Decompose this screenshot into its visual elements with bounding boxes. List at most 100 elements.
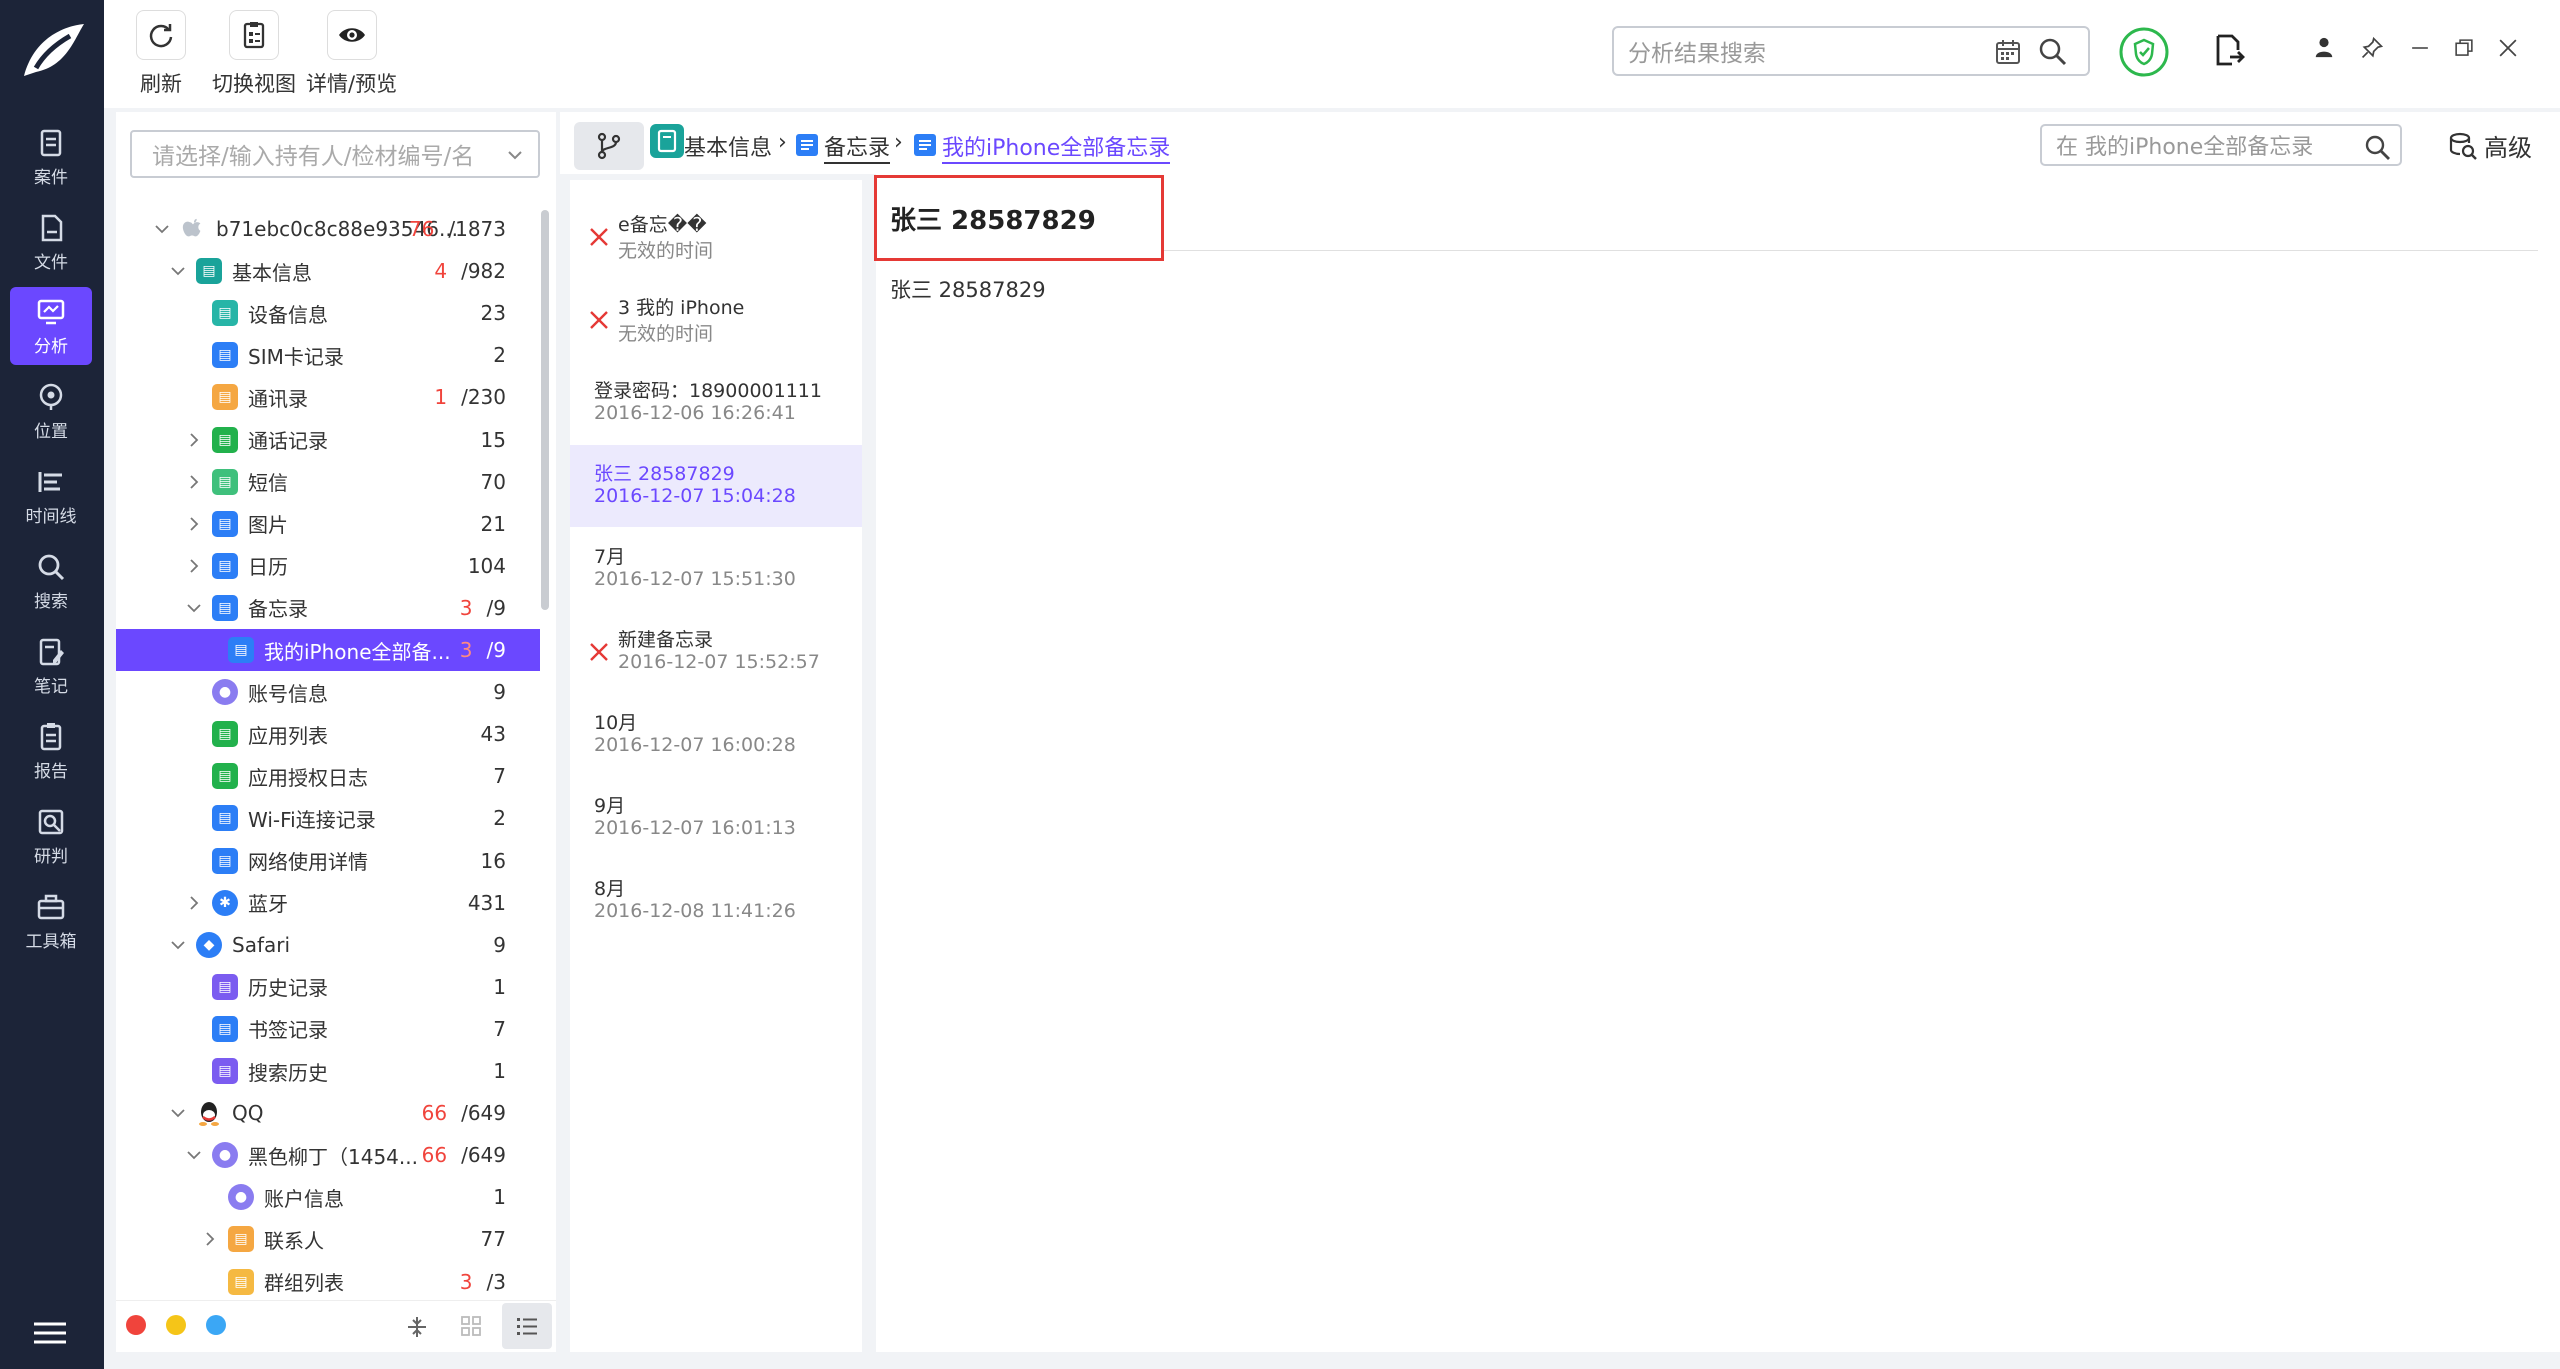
memo-icon (796, 134, 818, 156)
tree-row[interactable]: ▤ 备忘录 3/9 (116, 587, 540, 629)
shield-check-button[interactable] (2118, 26, 2170, 78)
tree-row[interactable]: ● 黑色柳丁（1454... 66/649 (116, 1134, 540, 1176)
bluetooth-icon: ✱ (212, 889, 238, 916)
tree-scrollbar[interactable] (541, 210, 549, 610)
red-dot[interactable] (126, 1315, 146, 1335)
memo-list-item[interactable]: 9月 2016-12-07 16:01:13 (570, 777, 862, 859)
collapse-icon[interactable] (406, 1315, 428, 1339)
export-button[interactable] (2210, 32, 2246, 68)
chevron-down-icon[interactable] (154, 221, 170, 237)
tree-row[interactable]: ● 账号信息 9 (116, 671, 540, 713)
tree-row[interactable]: ▤ 应用列表 43 (116, 713, 540, 755)
list-view-button[interactable] (502, 1303, 552, 1349)
chevron-down-icon[interactable] (186, 600, 202, 616)
scoped-search-input[interactable]: 在 我的iPhone全部备忘录 (2040, 124, 2402, 166)
nav-item-file[interactable]: 文件 (10, 203, 92, 281)
tree-row[interactable]: ▤ 通讯录 1/230 (116, 376, 540, 418)
search-placeholder: 分析结果搜索 (1628, 41, 1766, 67)
chevron-down-icon[interactable] (170, 263, 186, 279)
nav-item-report[interactable]: 报告 (10, 712, 92, 790)
tree-row[interactable]: ▤ 日历 104 (116, 545, 540, 587)
refresh-button[interactable]: 刷新 (136, 10, 186, 98)
advanced-search-button[interactable]: 高级 (2448, 128, 2532, 163)
chevron-right-icon[interactable] (202, 1231, 218, 1247)
breadcrumb-basic-info[interactable]: 基本信息 (684, 130, 772, 162)
blue-dot[interactable] (206, 1315, 226, 1335)
chevron-down-icon[interactable] (170, 937, 186, 953)
nav-item-analysis[interactable]: 分析 (10, 287, 92, 365)
chevron-down-icon[interactable] (506, 146, 524, 164)
search-icon[interactable] (2038, 37, 2068, 67)
calendar-icon[interactable] (1994, 38, 2022, 66)
grid-view-icon[interactable] (460, 1315, 482, 1337)
tree-row[interactable]: ▤ Wi-Fi连接记录 2 (116, 797, 540, 839)
nav-label: 时间线 (25, 506, 77, 527)
total-count: 2 (493, 343, 506, 368)
search-icon[interactable] (2364, 134, 2392, 162)
chevron-right-icon[interactable] (186, 432, 202, 448)
chevron-right-icon[interactable] (186, 516, 202, 532)
pin-button[interactable] (2358, 34, 2386, 62)
memo-list-item[interactable]: 7月 2016-12-07 15:51:30 (570, 528, 862, 610)
switch-view-button[interactable]: 切换视图 (212, 10, 296, 98)
chevron-down-icon[interactable] (170, 1105, 186, 1121)
memo-list-item[interactable]: 3 我的 iPhone 无效的时间 (570, 279, 862, 361)
nav-item-note[interactable]: 笔记 (10, 627, 92, 705)
chevron-right-icon[interactable] (186, 474, 202, 490)
nav-item-judge[interactable]: 研判 (10, 797, 92, 875)
holder-search-input[interactable]: 请选择/输入持有人/检材编号/名 (130, 130, 540, 178)
tree-row[interactable]: ▤ 通话记录 15 (116, 419, 540, 461)
tree-row[interactable]: ▤ 应用授权日志 7 (116, 755, 540, 797)
nav-item-location[interactable]: 位置 (10, 372, 92, 450)
timeline-icon (38, 471, 62, 492)
search-icon (38, 554, 65, 580)
memo-list-item[interactable]: 新建备忘录 2016-12-07 15:52:57 (570, 611, 862, 693)
nav-item-toolbox[interactable]: 工具箱 (10, 882, 92, 960)
tree-row[interactable]: ▤ 网络使用详情 16 (116, 840, 540, 882)
memo-title: 新建备忘录 (618, 629, 714, 651)
tree-row[interactable]: ▤ SIM卡记录 2 (116, 334, 540, 376)
tree-row[interactable]: QQ 66/649 (116, 1092, 540, 1134)
tree-row[interactable]: ▤ 历史记录 1 (116, 966, 540, 1008)
tree-row[interactable]: ▤ 设备信息 23 (116, 292, 540, 334)
chevron-right-icon[interactable] (186, 558, 202, 574)
calendar-icon: ▤ (212, 552, 238, 579)
nav-item-timeline[interactable]: 时间线 (10, 457, 92, 535)
tree-row[interactable]: ● 账户信息 1 (116, 1176, 540, 1218)
total-count: 1 (493, 1059, 506, 1083)
chevron-down-icon[interactable] (186, 1147, 202, 1163)
detail-preview-button[interactable]: 详情/预览 (306, 10, 397, 98)
menu-icon[interactable] (30, 1318, 70, 1348)
detail-panel (876, 174, 2560, 1352)
tree-row[interactable]: ▤ 我的iPhone全部备... 3/9 (116, 629, 540, 671)
tree-row[interactable]: ▤ 联系人 77 (116, 1218, 540, 1260)
nav-item-search[interactable]: 搜索 (10, 542, 92, 620)
tree-row[interactable]: ▤ 书签记录 7 (116, 1008, 540, 1050)
branch-button[interactable] (574, 122, 644, 170)
breadcrumb-current[interactable]: 我的iPhone全部备忘录 (942, 130, 1171, 164)
memo-list-item[interactable]: 登录密码：18900001111 2016-12-06 16:26:41 (570, 362, 862, 444)
minimize-button[interactable] (2406, 34, 2434, 62)
tree-row[interactable]: ✱ 蓝牙 431 (116, 882, 540, 924)
restore-button[interactable] (2450, 34, 2478, 62)
close-button[interactable] (2494, 34, 2522, 62)
memo-list-item[interactable]: e备忘�� 无效的时间 (570, 196, 862, 278)
memo-list-item[interactable]: 8月 2016-12-08 11:41:26 (570, 860, 862, 942)
yellow-dot[interactable] (166, 1315, 186, 1335)
tree-row-count: 2 (493, 343, 506, 367)
user-button[interactable] (2312, 34, 2336, 62)
tree-row[interactable]: ▤ 基本信息 4/982 (116, 250, 540, 292)
tree-row-label: 基本信息 (232, 260, 312, 285)
chevron-right-icon[interactable] (186, 895, 202, 911)
memo-list-item[interactable]: 10月 2016-12-07 16:00:28 (570, 694, 862, 776)
tree-row[interactable]: ◆ Safari 9 (116, 924, 540, 966)
tree-row[interactable]: b71ebc0c8c88e93546... 76/1873 (116, 208, 540, 250)
analysis-search-input[interactable]: 分析结果搜索 (1612, 26, 2090, 76)
tree-row[interactable]: ▤ 搜索历史 1 (116, 1050, 540, 1092)
tree-row[interactable]: ▤ 图片 21 (116, 503, 540, 545)
nav-item-case[interactable]: 案件 (10, 118, 92, 196)
tree-row[interactable]: ▤ 群组列表 3/3 (116, 1261, 540, 1303)
memo-list-item[interactable]: 张三 28587829 2016-12-07 15:04:28 (570, 445, 862, 527)
breadcrumb-memo[interactable]: 备忘录 (824, 130, 891, 164)
tree-row[interactable]: ▤ 短信 70 (116, 461, 540, 503)
